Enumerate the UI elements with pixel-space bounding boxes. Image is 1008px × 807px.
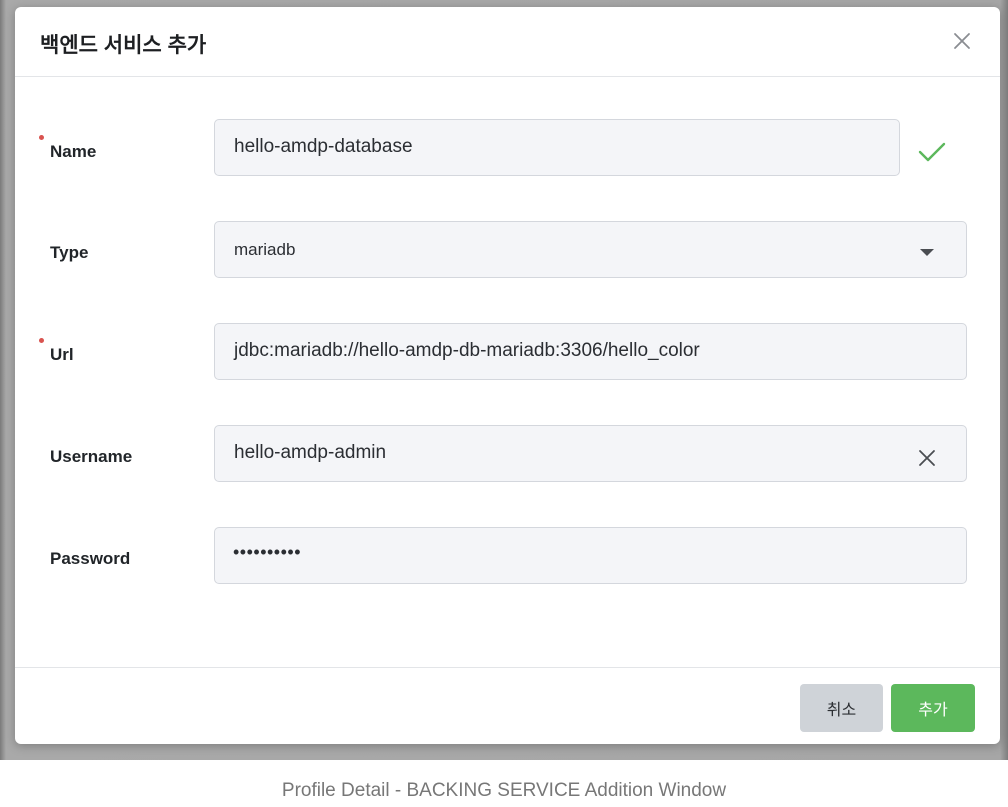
required-indicator — [39, 135, 44, 140]
password-field[interactable]: •••••••••• — [214, 527, 967, 584]
url-label: Url — [50, 345, 74, 364]
dialog-title: 백엔드 서비스 추가 — [40, 34, 207, 57]
username-label: Username — [50, 447, 133, 466]
clear-icon[interactable] — [917, 448, 937, 468]
caret-down-icon — [920, 249, 934, 256]
add-button[interactable]: 추가 — [891, 684, 975, 732]
check-icon — [918, 142, 946, 162]
close-icon[interactable] — [950, 29, 974, 53]
password-label: Password — [50, 549, 131, 568]
username-field[interactable]: hello-amdp-admin — [214, 425, 967, 482]
type-label: Type — [50, 243, 89, 262]
dialog-header: 백엔드 서비스 추가 — [15, 7, 1000, 77]
name-label: Name — [50, 142, 97, 161]
type-select[interactable]: mariadb — [214, 221, 967, 278]
cancel-button[interactable]: 취소 — [800, 684, 883, 732]
name-value: hello-amdp-database — [234, 136, 413, 157]
password-masked-value: •••••••••• — [233, 542, 302, 562]
username-value: hello-amdp-admin — [234, 442, 387, 463]
name-field[interactable]: hello-amdp-database — [214, 119, 900, 176]
add-backend-service-dialog: 백엔드 서비스 추가 Name hello-amdp-database Type… — [15, 7, 1000, 744]
url-field[interactable]: jdbc:mariadb://hello-amdp-db-mariadb:330… — [214, 323, 967, 380]
required-indicator — [39, 338, 44, 343]
dialog-footer: 취소 추가 — [15, 667, 1000, 744]
url-value: jdbc:mariadb://hello-amdp-db-mariadb:330… — [234, 340, 700, 361]
figure-caption: Profile Detail - BACKING SERVICE Additio… — [281, 780, 727, 801]
type-value: mariadb — [234, 240, 296, 259]
